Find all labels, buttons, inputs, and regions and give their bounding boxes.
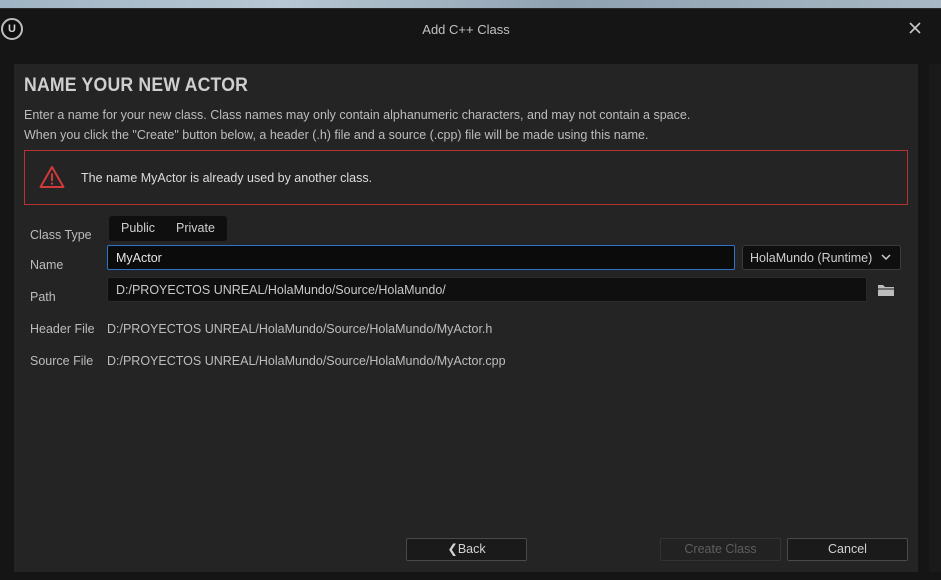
description-line-2: When you click the "Create" button below… [24,128,649,142]
warning-icon [39,166,65,188]
name-label: Name [30,258,64,272]
module-dropdown-value: HolaMundo (Runtime) [750,251,873,265]
class-type-toggle: Public Private [109,216,227,241]
class-name-input[interactable]: MyActor [107,245,735,270]
page-title: NAME YOUR NEW ACTOR [24,75,249,96]
content-panel: NAME YOUR NEW ACTOR Enter a name for you… [14,64,918,572]
cancel-button[interactable]: Cancel [787,538,908,561]
class-type-public[interactable]: Public [121,221,155,235]
back-label: Back [457,542,486,556]
titlebar: U Add C++ Class [0,9,941,49]
close-icon[interactable] [904,17,926,39]
class-type-label: Class Type [30,228,92,242]
path-input[interactable]: D:/PROYECTOS UNREAL/HolaMundo/Source/Hol… [107,277,867,302]
chevron-left-icon: ❮ [447,542,458,556]
module-dropdown[interactable]: HolaMundo (Runtime) [742,245,901,270]
header-file-path: D:/PROYECTOS UNREAL/HolaMundo/Source/Hol… [107,322,493,336]
error-banner: The name MyActor is already used by anot… [24,150,908,205]
path-label: Path [30,290,56,304]
description-line-1: Enter a name for your new class. Class n… [24,108,691,122]
error-message: The name MyActor is already used by anot… [81,171,373,185]
back-button[interactable]: ❮Back [406,538,527,561]
class-type-private[interactable]: Private [176,221,215,235]
add-class-dialog: U Add C++ Class NAME YOUR NEW ACTOR Ente… [0,8,941,580]
source-file-label: Source File [30,354,94,368]
side-strip [929,64,941,572]
chevron-down-icon [881,254,891,261]
window-title: Add C++ Class [422,22,510,37]
folder-icon[interactable] [876,282,896,298]
header-file-label: Header File [30,322,95,336]
source-file-path: D:/PROYECTOS UNREAL/HolaMundo/Source/Hol… [107,354,506,368]
create-class-button[interactable]: Create Class [660,538,781,561]
